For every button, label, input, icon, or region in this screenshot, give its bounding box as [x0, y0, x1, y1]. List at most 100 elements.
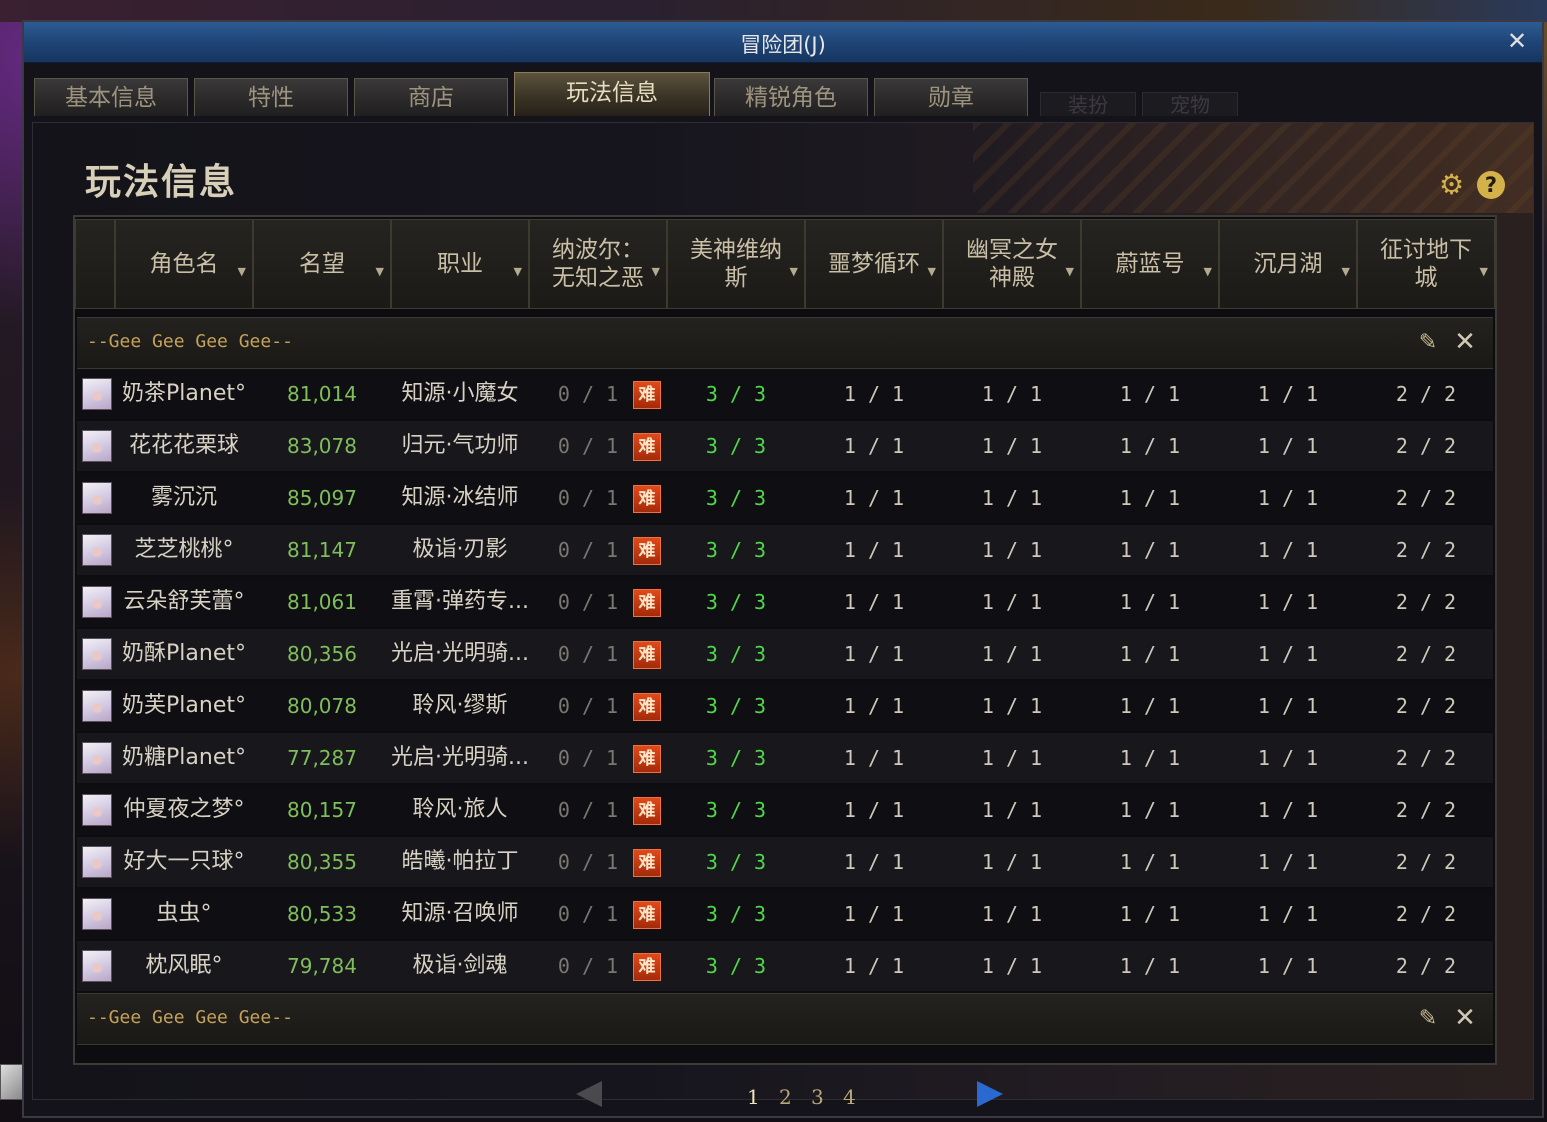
adventure-team-window: 冒险团(J) ✕ 基本信息 特性 商店 玩法信息 精锐角色 勋章 装扮 宠物 玩…: [22, 20, 1544, 1118]
column-header-label: 沉月湖: [1253, 251, 1323, 277]
page-2[interactable]: 2: [779, 1085, 792, 1109]
avatar: [82, 482, 112, 514]
cell-fame: 85,097: [287, 486, 357, 510]
cell-temple: 1 / 1: [981, 642, 1043, 666]
table-row[interactable]: 奶酥Planet° 80,356 光启·光明骑... 0 / 1 3 / 3 1 / 1 1…: [77, 629, 1493, 679]
cell-nab: 0 / 1: [557, 954, 619, 978]
next-arrow-icon[interactable]: [977, 1081, 1003, 1107]
table-row[interactable]: 云朵舒芙蕾° 81,061 重霄·弹药专... 0 / 1 3 / 3 1 / 1 1 / …: [77, 577, 1493, 627]
avatar: [82, 794, 112, 826]
edit-icon[interactable]: ✎: [1415, 330, 1441, 356]
cell-name: 奶芙Planet°: [122, 693, 246, 718]
cell-job: 聆风·缪斯: [412, 693, 508, 718]
tab-basic-info[interactable]: 基本信息: [34, 78, 188, 116]
avatar: [82, 638, 112, 670]
table-row[interactable]: 奶茶Planet° 81,014 知源·小魔女 0 / 1 3 / 3 1 / 1 1 / …: [77, 369, 1493, 419]
tab-elite-characters[interactable]: 精锐角色: [714, 78, 868, 116]
table-row[interactable]: 花花花栗球 83,078 归元·气功师 0 / 1 3 / 3 1 / 1 1 / 1 1 /…: [77, 421, 1493, 471]
column-header-azure[interactable]: 蔚蓝号 ▼: [1081, 219, 1219, 309]
cell-dungeon: 2 / 2: [1395, 642, 1457, 666]
avatar: [82, 430, 112, 462]
cell-azure: 1 / 1: [1119, 798, 1181, 822]
hard-difficulty-badge: 难: [633, 433, 661, 461]
table-row[interactable]: 奶芙Planet° 80,078 聆风·缪斯 0 / 1 3 / 3 1 / 1 1 / 1…: [77, 681, 1493, 731]
table-row[interactable]: 奶糖Planet° 77,287 光启·光明骑... 0 / 1 3 / 3 1 / 1 1…: [77, 733, 1493, 783]
table-row[interactable]: 虫虫° 80,533 知源·召唤师 0 / 1 3 / 3 1 / 1 1 / 1 1 / 1…: [77, 889, 1493, 939]
group-header-top[interactable]: --Gee Gee Gee Gee-- ✎ ✕: [77, 317, 1493, 369]
cell-moonlake: 1 / 1: [1257, 850, 1319, 874]
cell-fame: 80,078: [287, 694, 357, 718]
table-row[interactable]: 好大一只球° 80,355 皓曦·帕拉丁 0 / 1 3 / 3 1 / 1 1 / 1 1 …: [77, 837, 1493, 887]
cell-temple: 1 / 1: [981, 590, 1043, 614]
delete-icon[interactable]: ✕: [1451, 328, 1479, 356]
tab-gameplay-info[interactable]: 玩法信息: [514, 72, 710, 116]
table-row[interactable]: 枕风眠° 79,784 极诣·剑魂 0 / 1 3 / 3 1 / 1 1 / 1 1 / 1…: [77, 941, 1493, 991]
tab-shop[interactable]: 商店: [354, 78, 508, 116]
edit-icon[interactable]: ✎: [1415, 1006, 1441, 1032]
column-header-moon-lake[interactable]: 沉月湖 ▼: [1219, 219, 1357, 309]
column-header-fame[interactable]: 名望 ▼: [253, 219, 391, 309]
sort-arrow-icon: ▼: [789, 265, 798, 278]
column-header-napoleon[interactable]: 纳波尔：无知之恶 ▼: [529, 219, 667, 309]
sort-arrow-icon: ▼: [1341, 265, 1350, 278]
tab-pets[interactable]: 宠物: [1142, 92, 1238, 117]
cell-temple: 1 / 1: [981, 746, 1043, 770]
group-header-bottom[interactable]: --Gee Gee Gee Gee-- ✎ ✕: [77, 993, 1493, 1045]
cell-moonlake: 1 / 1: [1257, 694, 1319, 718]
help-icon[interactable]: ?: [1477, 171, 1505, 199]
table-row[interactable]: 雾沉沉 85,097 知源·冰结师 0 / 1 3 / 3 1 / 1 1 / 1 1 / 1…: [77, 473, 1493, 523]
cell-nab: 0 / 1: [557, 538, 619, 562]
cell-nightmare: 1 / 1: [843, 850, 905, 874]
page-1[interactable]: 1: [747, 1085, 760, 1109]
page-3[interactable]: 3: [811, 1085, 824, 1109]
cell-nab: 0 / 1: [557, 590, 619, 614]
column-header-select: [75, 219, 115, 309]
cell-temple: 1 / 1: [981, 902, 1043, 926]
cell-venus: 3 / 3: [705, 486, 767, 510]
cell-fame: 81,061: [287, 590, 357, 614]
column-header-venus[interactable]: 美神维纳斯 ▼: [667, 219, 805, 309]
cell-name: 花花花栗球: [128, 433, 239, 458]
column-header-goddess-temple[interactable]: 幽冥之女神殿 ▼: [943, 219, 1081, 309]
cell-name: 好大一只球°: [123, 849, 245, 874]
column-header-label: 职业: [437, 251, 483, 277]
cell-nab: 0 / 1: [557, 850, 619, 874]
title-bar[interactable]: 冒险团(J) ✕: [24, 22, 1542, 63]
cell-dungeon: 2 / 2: [1395, 902, 1457, 926]
page-4[interactable]: 4: [843, 1085, 856, 1109]
hard-difficulty-badge: 难: [633, 849, 661, 877]
cell-azure: 1 / 1: [1119, 642, 1181, 666]
tab-medals[interactable]: 勋章: [874, 78, 1028, 116]
cell-nab: 0 / 1: [557, 902, 619, 926]
column-header-name[interactable]: 角色名 ▼: [115, 219, 253, 309]
table-row[interactable]: 仲夏夜之梦° 80,157 聆风·旅人 0 / 1 3 / 3 1 / 1 1 / 1 1 /…: [77, 785, 1493, 835]
cell-temple: 1 / 1: [981, 382, 1043, 406]
cell-azure: 1 / 1: [1119, 538, 1181, 562]
cell-temple: 1 / 1: [981, 798, 1043, 822]
cell-dungeon: 2 / 2: [1395, 590, 1457, 614]
cell-nightmare: 1 / 1: [843, 642, 905, 666]
cell-nightmare: 1 / 1: [843, 486, 905, 510]
cell-venus: 3 / 3: [705, 746, 767, 770]
gear-icon[interactable]: ⚙: [1439, 171, 1467, 199]
column-header-job[interactable]: 职业 ▼: [391, 219, 529, 309]
cell-name: 奶茶Planet°: [122, 381, 246, 406]
prev-arrow-icon[interactable]: [576, 1081, 602, 1107]
delete-icon[interactable]: ✕: [1451, 1004, 1479, 1032]
column-header-nightmare[interactable]: 噩梦循环 ▼: [805, 219, 943, 309]
table-row[interactable]: 芝芝桃桃° 81,147 极诣·刃影 0 / 1 3 / 3 1 / 1 1 / 1 1 / …: [77, 525, 1493, 575]
cell-dungeon: 2 / 2: [1395, 538, 1457, 562]
cell-nab: 0 / 1: [557, 694, 619, 718]
pagination: 1 2 3 4: [33, 1071, 1535, 1111]
cell-venus: 3 / 3: [705, 642, 767, 666]
close-icon[interactable]: ✕: [1504, 28, 1530, 54]
cell-dungeon: 2 / 2: [1395, 746, 1457, 770]
avatar: [82, 378, 112, 410]
cell-nightmare: 1 / 1: [843, 798, 905, 822]
tab-outfits[interactable]: 装扮: [1040, 92, 1136, 117]
cell-nightmare: 1 / 1: [843, 746, 905, 770]
column-header-dungeon[interactable]: 征讨地下城 ▼: [1357, 219, 1495, 309]
cell-dungeon: 2 / 2: [1395, 954, 1457, 978]
cell-name: 芝芝桃桃°: [134, 537, 234, 562]
tab-traits[interactable]: 特性: [194, 78, 348, 116]
